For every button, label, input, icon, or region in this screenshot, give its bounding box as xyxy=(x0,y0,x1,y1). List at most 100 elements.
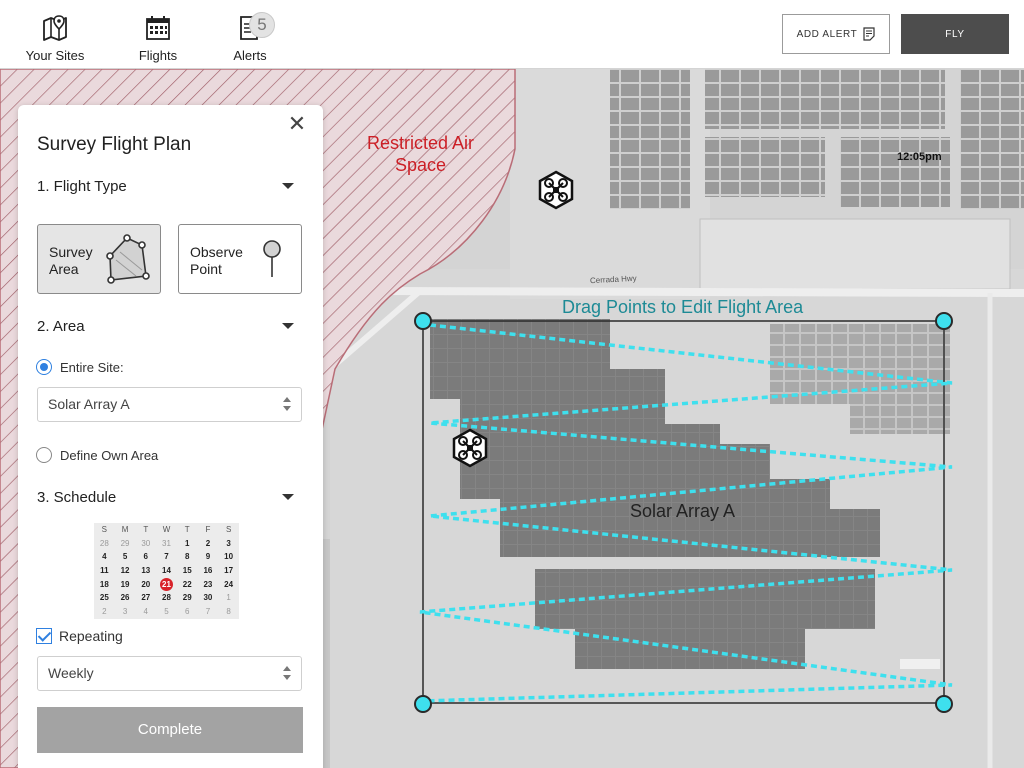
add-alert-label: ADD ALERT xyxy=(796,28,858,40)
repeating-checkbox[interactable]: Repeating xyxy=(36,628,123,644)
calendar-day[interactable]: 12 xyxy=(115,564,136,578)
nav-your-sites[interactable]: Your Sites xyxy=(22,0,88,69)
map-pin-icon xyxy=(40,14,70,42)
area-handle-bottom-left[interactable] xyxy=(414,695,432,713)
calendar-day[interactable]: 11 xyxy=(94,564,115,578)
nav-label-flights: Flights xyxy=(138,48,178,63)
define-own-area-radio[interactable]: Define Own Area xyxy=(36,447,158,463)
nav-alerts[interactable]: 5 Alerts xyxy=(230,0,275,69)
calendar-day[interactable]: 23 xyxy=(198,578,219,592)
section-flight-type: 1. Flight Type xyxy=(37,178,127,195)
fly-button[interactable]: FLY xyxy=(901,14,1009,54)
nav-flights[interactable]: Flights xyxy=(136,0,180,69)
calendar-day[interactable]: 30 xyxy=(135,537,156,551)
calendar-day[interactable]: 2 xyxy=(94,605,115,619)
calendar-day[interactable]: 30 xyxy=(198,591,219,605)
panel-title: Survey Flight Plan xyxy=(37,134,192,155)
entire-site-radio[interactable]: Entire Site: xyxy=(36,359,124,375)
calendar-day[interactable]: 5 xyxy=(115,550,136,564)
section-schedule: 3. Schedule xyxy=(37,489,117,506)
calendar-day[interactable]: 17 xyxy=(218,564,239,578)
survey-area-label: Survey Area xyxy=(49,244,93,277)
frequency-value: Weekly xyxy=(48,665,94,681)
calendar-weekday: W xyxy=(162,525,171,534)
calendar-weekday: F xyxy=(205,525,211,534)
complete-button[interactable]: Complete xyxy=(37,707,303,753)
frequency-select[interactable]: Weekly xyxy=(37,656,302,691)
calendar-day[interactable]: 25 xyxy=(94,591,115,605)
calendar-day[interactable]: 7 xyxy=(156,550,177,564)
polygon-area-icon xyxy=(106,234,150,284)
calendar-day[interactable]: 22 xyxy=(177,578,198,592)
drone-icon[interactable] xyxy=(536,170,576,210)
calendar-day[interactable]: 3 xyxy=(115,605,136,619)
close-button[interactable]: ✕ xyxy=(286,113,308,135)
alerts-count-badge: 5 xyxy=(249,12,275,38)
map-time-label: 12:05pm xyxy=(897,151,942,163)
calendar-day[interactable]: 15 xyxy=(177,564,198,578)
calendar-day[interactable]: 26 xyxy=(115,591,136,605)
calendar-day-selected[interactable]: 21 xyxy=(156,577,177,592)
note-icon xyxy=(863,27,875,41)
calendar-day[interactable]: 3 xyxy=(218,537,239,551)
calendar-day[interactable]: 8 xyxy=(177,550,198,564)
radio-unselected-icon xyxy=(36,447,52,463)
calendar-day[interactable]: 1 xyxy=(218,591,239,605)
area-handle-bottom-right[interactable] xyxy=(935,695,953,713)
calendar-day[interactable]: 28 xyxy=(156,591,177,605)
calendar-day[interactable]: 29 xyxy=(177,591,198,605)
calendar-day[interactable]: 4 xyxy=(135,605,156,619)
restricted-airspace-label: Restricted Air Space xyxy=(366,133,475,175)
calendar-day[interactable]: 7 xyxy=(198,605,219,619)
entire-site-label: Entire Site: xyxy=(60,359,124,375)
site-select[interactable]: Solar Array A xyxy=(37,387,302,422)
calendar-day[interactable]: 13 xyxy=(135,564,156,578)
calendar-day[interactable]: 14 xyxy=(156,564,177,578)
calendar-weekday: S xyxy=(225,525,232,534)
calendar-day[interactable]: 6 xyxy=(177,605,198,619)
drone-icon[interactable] xyxy=(450,428,490,468)
add-alert-button[interactable]: ADD ALERT xyxy=(782,14,890,54)
calendar-day[interactable]: 19 xyxy=(115,578,136,592)
nav-label-sites: Your Sites xyxy=(25,48,85,63)
calendar-day[interactable]: 18 xyxy=(94,578,115,592)
calendar-weekday: T xyxy=(184,525,190,534)
calendar-day[interactable]: 1 xyxy=(177,537,198,551)
drag-points-hint: Drag Points to Edit Flight Area xyxy=(562,297,804,317)
checkbox-checked-icon xyxy=(36,628,52,644)
calendar-day[interactable]: 10 xyxy=(218,550,239,564)
calendar-day[interactable]: 9 xyxy=(198,550,219,564)
observe-point-label: Observe Point xyxy=(190,244,243,277)
survey-area-option[interactable]: Survey Area xyxy=(37,224,161,294)
document-icon: 5 xyxy=(235,12,275,42)
calendar-weekday: T xyxy=(143,525,149,534)
calendar-day[interactable]: 6 xyxy=(135,550,156,564)
top-navigation-bar: Your Sites Flights 5 Alerts ADD ALERT FL… xyxy=(0,0,1024,69)
repeating-label: Repeating xyxy=(59,628,123,644)
area-handle-top-left[interactable] xyxy=(414,312,432,330)
chevron-down-icon[interactable] xyxy=(281,181,295,191)
define-area-label: Define Own Area xyxy=(60,447,159,463)
calendar-weekday: S xyxy=(101,525,108,534)
calendar-grid: S M T W T F S 28 29 30 31 1 2 3 4 5 6 7 8 9 10 11 12 13 14 15 16 17… xyxy=(94,523,239,619)
calendar-day[interactable]: 31 xyxy=(156,537,177,551)
chevron-down-icon[interactable] xyxy=(281,492,295,502)
calendar-day[interactable]: 8 xyxy=(218,605,239,619)
chevron-down-icon[interactable] xyxy=(281,321,295,331)
schedule-calendar: S M T W T F S 28 29 30 31 1 2 3 4 5 6 7 8 9 10 11 12 13 14 15 16 17… xyxy=(94,523,239,619)
calendar-day[interactable]: 27 xyxy=(135,591,156,605)
site-select-value: Solar Array A xyxy=(48,396,130,412)
calendar-day[interactable]: 4 xyxy=(94,550,115,564)
calendar-day-selected-label: 21 xyxy=(159,577,173,591)
calendar-day[interactable]: 16 xyxy=(198,564,219,578)
area-handle-top-right[interactable] xyxy=(935,312,953,330)
calendar-day[interactable]: 24 xyxy=(218,578,239,592)
calendar-day[interactable]: 5 xyxy=(156,605,177,619)
calendar-day[interactable]: 29 xyxy=(115,537,136,551)
calendar-day[interactable]: 2 xyxy=(198,537,219,551)
radio-selected-icon xyxy=(36,359,52,375)
calendar-day[interactable]: 20 xyxy=(135,578,156,592)
calendar-day[interactable]: 28 xyxy=(94,537,115,551)
section-area: 2. Area xyxy=(37,318,85,335)
observe-point-option[interactable]: Observe Point xyxy=(178,224,302,294)
